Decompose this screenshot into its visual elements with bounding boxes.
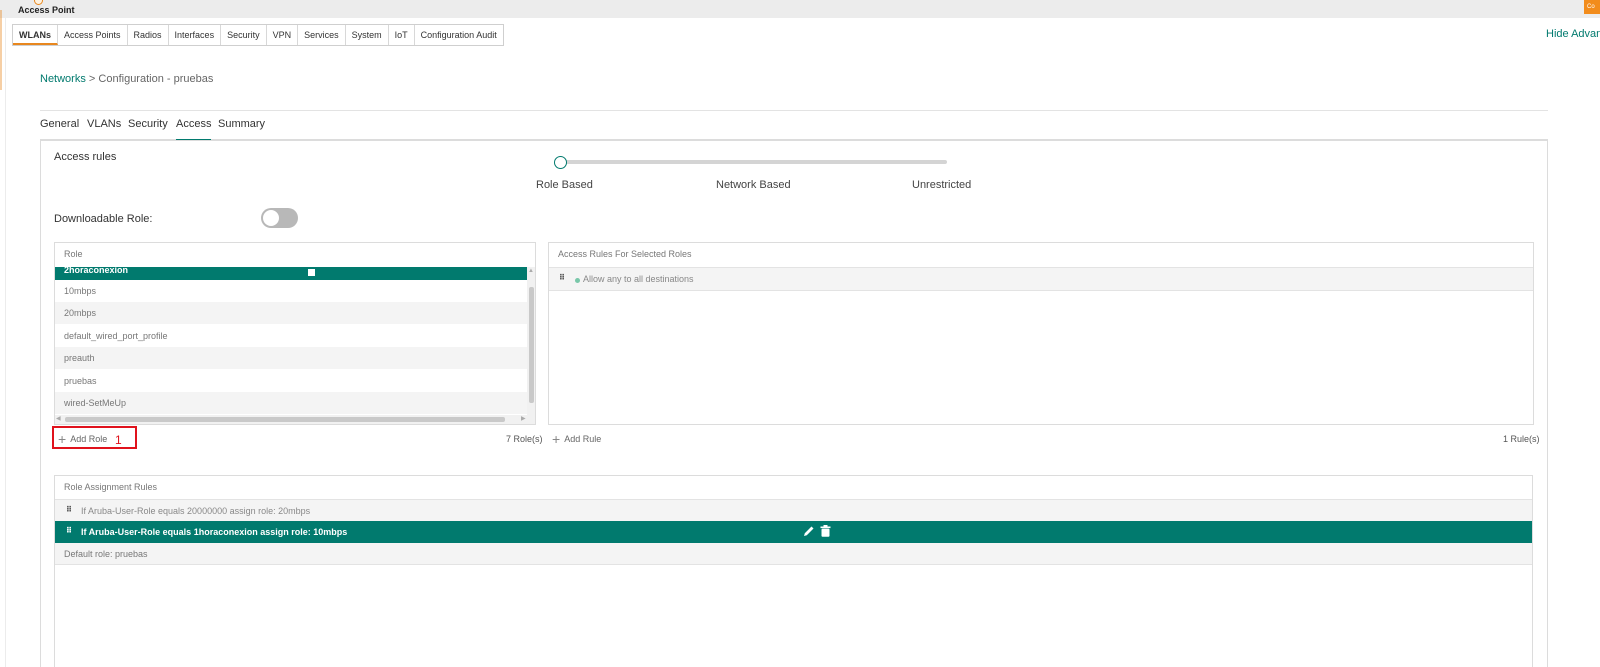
tab-services[interactable]: Services xyxy=(298,25,346,45)
row-actions xyxy=(803,525,831,537)
downloadable-role-toggle[interactable] xyxy=(261,208,298,228)
access-rules-label: Access rules xyxy=(54,151,117,163)
subtab-vlans[interactable]: VLANs xyxy=(87,118,121,130)
rule-count: 1 Rule(s) xyxy=(1503,434,1540,444)
status-dot-icon xyxy=(575,278,580,283)
role-panel-title: Role xyxy=(64,249,83,259)
role-item-selected[interactable]: 2horaconexion xyxy=(55,267,527,280)
top-bar: Access Point Co xyxy=(0,0,1600,18)
access-rules-panel: Access Rules For Selected Roles ⠿ Allow … xyxy=(548,242,1534,425)
option-unrestricted[interactable]: Unrestricted xyxy=(912,179,971,191)
tab-system[interactable]: System xyxy=(346,25,389,45)
subtab-security[interactable]: Security xyxy=(128,118,168,130)
hide-advanced-link[interactable]: Hide Advanced xyxy=(1546,28,1600,40)
subtab-summary[interactable]: Summary xyxy=(218,118,265,130)
breadcrumb-current: Configuration - pruebas xyxy=(98,73,214,85)
role-item[interactable]: default_wired_port_profile xyxy=(55,325,527,347)
corner-badge[interactable]: Co xyxy=(1584,0,1600,14)
role-list-vertical-scrollbar[interactable]: ▲ xyxy=(527,267,535,415)
breadcrumb-separator: > xyxy=(85,73,99,85)
plus-icon: + xyxy=(58,431,67,447)
grip-icon[interactable]: ⠿ xyxy=(66,527,72,535)
access-rule-row[interactable]: ⠿ Allow any to all destinations xyxy=(549,267,1533,291)
tab-vpn[interactable]: VPN xyxy=(267,25,299,45)
default-role-row: Default role: pruebas xyxy=(55,543,1532,565)
role-item[interactable]: wired-SetMeUp xyxy=(55,392,527,414)
add-role-button[interactable]: + Add Role xyxy=(58,431,108,447)
tab-radios[interactable]: Radios xyxy=(128,25,169,45)
plus-icon: + xyxy=(552,431,561,447)
app-title: Access Point xyxy=(18,5,75,15)
role-count: 7 Role(s) xyxy=(506,434,543,444)
assignment-rule-row-selected[interactable]: ⠿ If Aruba-User-Role equals 1horaconexio… xyxy=(55,521,1532,543)
role-item[interactable]: 20mbps xyxy=(55,302,527,324)
role-assignment-panel-title: Role Assignment Rules xyxy=(64,482,158,492)
tab-wlans[interactable]: WLANs xyxy=(13,25,58,45)
add-role-label: Add Role xyxy=(70,434,108,444)
default-role-text: Default role: pruebas xyxy=(64,549,148,559)
scrollbar-thumb[interactable] xyxy=(529,287,534,403)
main-tab-bar: WLANs Access Points Radios Interfaces Se… xyxy=(12,24,504,46)
network-config-tabs: General VLANs Security Access Summary xyxy=(40,110,1548,141)
scrollbar-thumb[interactable] xyxy=(65,417,505,422)
breadcrumb-networks-link[interactable]: Networks xyxy=(40,73,86,85)
subtab-general[interactable]: General xyxy=(40,118,79,130)
tab-configuration-audit[interactable]: Configuration Audit xyxy=(415,25,503,45)
assignment-rule-text: If Aruba-User-Role equals 20000000 assig… xyxy=(81,506,311,516)
option-role-based[interactable]: Role Based xyxy=(536,179,593,191)
subtab-access[interactable]: Access xyxy=(176,118,212,141)
assignment-rule-text: If Aruba-User-Role equals 1horaconexion … xyxy=(81,527,348,537)
pencil-icon[interactable] xyxy=(803,525,815,537)
left-divider xyxy=(5,18,6,667)
access-rule-text: Allow any to all destinations xyxy=(583,274,694,284)
scroll-right-icon[interactable]: ▶ xyxy=(521,415,526,424)
grip-icon[interactable]: ⠿ xyxy=(66,506,72,514)
toggle-knob xyxy=(263,210,279,226)
access-rules-panel-title: Access Rules For Selected Roles xyxy=(558,249,692,259)
access-rules-slider-handle[interactable] xyxy=(554,156,567,169)
annotation-number: 1 xyxy=(115,433,122,447)
scroll-left-icon[interactable]: ◀ xyxy=(56,415,61,424)
selection-marker-icon xyxy=(308,269,315,276)
tab-access-points[interactable]: Access Points xyxy=(58,25,128,45)
option-network-based[interactable]: Network Based xyxy=(716,179,791,191)
left-edge-accent xyxy=(0,10,2,90)
trash-icon[interactable] xyxy=(820,525,831,537)
scroll-up-icon[interactable]: ▲ xyxy=(528,268,534,274)
tab-interfaces[interactable]: Interfaces xyxy=(169,25,222,45)
downloadable-role-label: Downloadable Role: xyxy=(54,213,153,225)
grip-icon[interactable]: ⠿ xyxy=(559,274,565,282)
role-item[interactable]: preauth xyxy=(55,347,527,369)
role-item[interactable]: pruebas xyxy=(55,370,527,392)
breadcrumb: Networks > Configuration - pruebas xyxy=(40,73,213,85)
add-rule-button[interactable]: + Add Rule xyxy=(552,431,602,447)
role-assignment-panel: Role Assignment Rules ⠿ If Aruba-User-Ro… xyxy=(54,475,1533,667)
access-rules-slider-track[interactable] xyxy=(560,160,947,164)
role-list-horizontal-scrollbar[interactable]: ◀ ▶ xyxy=(55,415,535,424)
tab-security[interactable]: Security xyxy=(221,25,267,45)
role-panel: Role 2horaconexion 10mbps 20mbps default… xyxy=(54,242,536,425)
assignment-rule-row[interactable]: ⠿ If Aruba-User-Role equals 20000000 ass… xyxy=(55,499,1532,521)
tab-iot[interactable]: IoT xyxy=(389,25,415,45)
add-rule-label: Add Rule xyxy=(564,434,602,444)
role-item[interactable]: 10mbps xyxy=(55,280,527,302)
role-item-label: 2horaconexion xyxy=(64,267,129,275)
